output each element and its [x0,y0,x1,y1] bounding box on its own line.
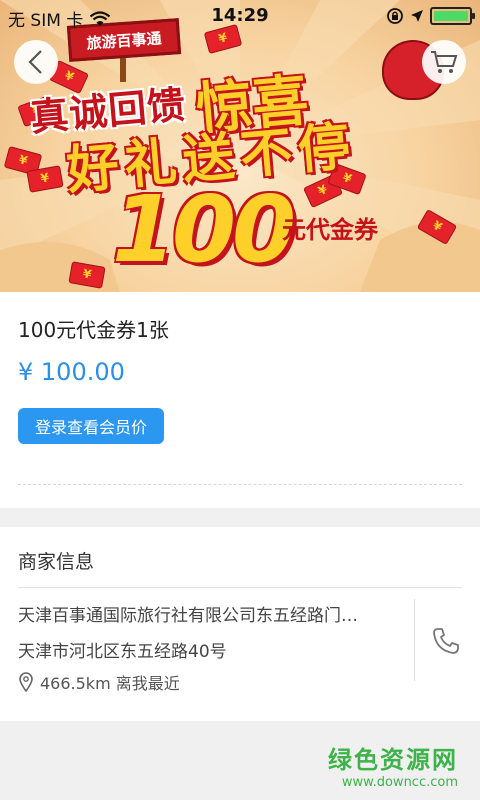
dashed-divider [18,484,462,485]
merchant-name[interactable]: 天津百事通国际旅行社有限公司东五经路门… [18,601,410,626]
status-bar: 无 SIM 卡 14:29 [0,0,480,32]
status-right [386,7,475,25]
site-watermark: 绿色资源网 www.downcc.com [328,740,458,790]
banner-amount: 100 [112,176,296,283]
merchant-distance: 466.5km 离我最近 [40,674,180,693]
location-arrow-icon [411,10,423,22]
merchant-address: 天津市河北区东五经路40号 [18,642,227,662]
merchant-divider [18,587,462,588]
product-price: ¥ 100.00 [18,358,125,386]
watermark-url: www.downcc.com [341,775,458,790]
call-merchant-button[interactable] [424,619,468,663]
location-pin-icon [19,672,33,692]
merchant-distance-row: 466.5km 离我最近 [18,670,180,694]
member-price-login-button[interactable]: 登录查看会员价 [18,408,164,444]
phone-icon [433,628,459,654]
merchant-section-title: 商家信息 [18,551,95,573]
banner-coupon-label: 元代金券 [282,216,378,244]
vertical-divider [414,599,415,681]
promo-banner: 旅游百事通 真诚回馈 惊喜 好礼送不停 100 元代金券 [0,0,480,292]
product-card: 100元代金券1张 ¥ 100.00 登录查看会员价 [0,292,480,508]
chevron-left-icon [28,50,42,74]
orientation-lock-icon [387,8,403,24]
watermark-name: 绿色资源网 [328,746,458,774]
battery-fill [434,11,468,21]
merchant-info-card: 商家信息 天津百事通国际旅行社有限公司东五经路门… 天津市河北区东五经路40号 … [0,527,480,721]
battery-icon [430,7,475,25]
product-title: 100元代金券1张 [18,318,169,342]
cart-icon [431,51,458,73]
cart-button[interactable] [422,40,466,84]
back-button[interactable] [14,40,58,84]
